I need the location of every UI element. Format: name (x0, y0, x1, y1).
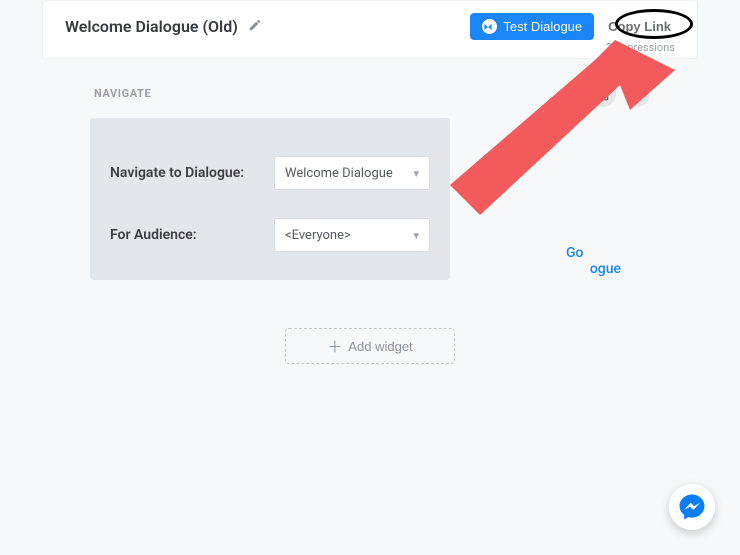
messenger-icon (482, 19, 497, 34)
edit-icon[interactable] (248, 18, 262, 36)
impressions-count: 2 Impressions (606, 41, 675, 54)
plus-icon: ＋ (327, 336, 342, 357)
navigate-select-value: Welcome Dialogue (285, 166, 393, 181)
header-actions: Test Dialogue Copy Link (470, 13, 675, 40)
chevron-down-icon: ▾ (413, 229, 419, 242)
navigate-label: Navigate to Dialogue: (110, 165, 260, 181)
test-dialogue-button[interactable]: Test Dialogue (470, 13, 594, 40)
navigate-row: Navigate to Dialogue: Welcome Dialogue ▾ (110, 156, 430, 190)
go-to-dialogue-link[interactable]: Go to Dialogue (566, 245, 650, 277)
go-link-prefix: Go (566, 245, 583, 261)
audience-label: For Audience: (110, 227, 260, 243)
audience-select-value: <Everyone> (285, 228, 351, 243)
messenger-icon (678, 493, 706, 521)
test-dialogue-label: Test Dialogue (503, 19, 582, 34)
copy-link-button[interactable]: Copy Link (604, 15, 675, 38)
dialogue-card: Welcome Dialogue (Old) Test Dialogue Cop… (42, 0, 698, 59)
navigate-dialogue-select[interactable]: Welcome Dialogue ▾ (274, 156, 430, 190)
messenger-fab[interactable] (669, 484, 715, 530)
audience-row: For Audience: <Everyone> ▾ (110, 218, 430, 252)
card-header: Welcome Dialogue (Old) Test Dialogue Cop… (65, 13, 675, 40)
navigate-panel: Navigate to Dialogue: Welcome Dialogue ▾… (90, 118, 450, 280)
dialogue-title: Welcome Dialogue (Old) (65, 17, 238, 36)
duplicate-button[interactable] (590, 81, 616, 107)
add-widget-button[interactable]: ＋ Add widget (285, 328, 455, 364)
go-link-suffix: ogue (590, 261, 621, 277)
add-widget-label: Add widget (348, 339, 412, 354)
section-label: NAVIGATE (94, 87, 650, 100)
title-wrap: Welcome Dialogue (Old) (65, 17, 262, 36)
chevron-down-icon: ▾ (413, 167, 419, 180)
navigate-section: NAVIGATE Navigate to Dialogue: Welcome D… (90, 87, 650, 364)
move-button[interactable] (624, 81, 650, 107)
panel-toolbar (590, 81, 650, 107)
audience-select[interactable]: <Everyone> ▾ (274, 218, 430, 252)
